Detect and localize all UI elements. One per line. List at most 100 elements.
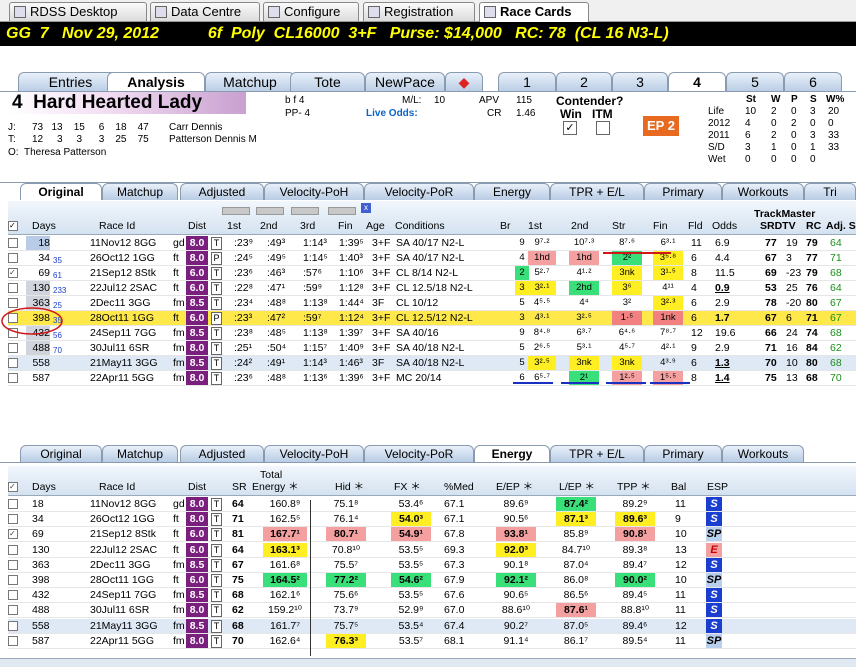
surface-tag: T [211,619,222,633]
win-checkbox[interactable]: ✓ [563,121,577,135]
pp-tab-original[interactable]: Original [20,183,102,200]
row-checkbox[interactable] [8,238,18,248]
energy-tab-workouts[interactable]: Workouts [722,445,804,462]
cell-dtv: 24 [786,327,798,339]
select-all-checkbox[interactable]: ✓ [8,482,18,492]
col-button[interactable] [291,207,319,215]
cell-sr: 75 [765,372,777,384]
cell-days: 18 [32,498,44,510]
energy-row[interactable]: 18 11Nov12 8GG gd 64 67.1 11 8.0 T 160.8⁹ 75.1⁸ 53… [8,497,856,512]
table-row[interactable]: 558 21May11 3GG fm:24²:49¹ 1:14³ 1:46³ 3F SA 4… [8,356,856,371]
row-checkbox[interactable] [8,544,18,555]
close-icon[interactable]: x [361,203,371,213]
top-tab-bar: RDSS Desktop Data Centre Configure Regis… [0,0,856,23]
row-checkbox[interactable] [8,499,18,509]
table-row[interactable]: 432 56 24Sep11 7GG fm:23⁸:48⁵ 1:13⁸ 1:39⁷ 3+F S… [8,326,856,341]
tab-data-centre[interactable]: Data Centre [150,2,260,21]
tab-analysis[interactable]: Analysis [107,72,205,92]
tab-rdss-desktop[interactable]: RDSS Desktop [9,2,147,21]
energy-row[interactable]: 34 26Oct12 1GG ft 71 67.1 9 8.0 T 162.5⁵ 76.1⁴ 54.… [8,512,856,528]
energy-tab-velocity-poh[interactable]: Velocity-PoH [264,445,364,462]
pp-tab-matchup[interactable]: Matchup [102,183,178,200]
energy-tab-velocity-por[interactable]: Velocity-PoR [364,445,474,462]
table-row[interactable]: 130 233 22Jul12 2SAC ft:22⁸:47¹:59⁹ 1:12⁸ 3+F… [8,281,856,296]
tab-tote[interactable]: Tote [290,72,365,92]
col-button[interactable] [256,207,284,215]
cell-sr: 75 [232,574,244,586]
pp-tab-adjusted[interactable]: Adjusted [180,183,264,200]
cell-raceid: 11Nov12 8GG [90,237,157,249]
energy-tab-original[interactable]: Original [20,445,102,462]
distance-badge: 6.0 [186,266,208,280]
energy-row[interactable]: 398 28Oct11 1GG ft 75 67.9 10 6.0 T 164.5² 77.2² 5… [8,573,856,588]
energy-row[interactable]: ✓ 69 21Sep12 8Stk ft 81 67.8 10 6.0 T 167.7¹ 80.7¹… [8,527,856,543]
row-checkbox[interactable]: ✓ [8,529,18,540]
cell-sr: 78 [765,297,777,309]
energy-row[interactable]: 363 2Dec11 3GG fm 67 67.3 12 8.5 T 161.6⁸ 75.5⁷ 53… [8,557,856,573]
tab-horse-6[interactable]: 6 [784,72,842,92]
row-checkbox[interactable] [8,575,18,585]
pp-tab-primary[interactable]: Primary [644,183,722,200]
row-checkbox[interactable] [8,559,18,570]
row-checkbox[interactable] [8,253,18,263]
cell-raceid: 22Jul12 2SAC [90,282,158,294]
tab-newpace[interactable]: NewPace [365,72,445,92]
energy-lep: 86.1⁷ [563,634,589,647]
row-checkbox[interactable] [8,373,18,383]
tab-horse-5[interactable]: 5 [726,72,784,92]
select-all-checkbox[interactable]: ✓ [8,221,18,231]
row-checkbox[interactable] [8,590,18,601]
pp-tab-tri[interactable]: Tri [804,183,856,200]
row-checkbox[interactable] [8,358,18,368]
surface-tag: T [211,342,222,355]
row-checkbox[interactable] [8,283,18,293]
energy-tab-energy[interactable]: Energy [474,445,550,462]
energy-row[interactable]: 587 22Apr11 5GG fm 70 68.1 11 8.0 T 162.6⁴ 76.3³ 5… [8,633,856,649]
cell-bal: 11 [675,589,686,602]
energy-row[interactable]: 130 22Jul12 2SAC ft 64 69.3 13 6.0 T 163.1³ 70.8¹… [8,542,856,558]
table-row[interactable]: ✓ 69 61 21Sep12 8Stk ft:23⁶:46³:57⁶ 1:10⁶ 3+F C… [8,266,856,281]
pp-tab-tpr-e-l[interactable]: TPR + E/L [550,183,644,200]
cell-raceid: 21Sep12 8Stk [90,267,156,279]
distance-badge: 6.0 [186,281,208,295]
tab-horse-4[interactable]: 4 [668,72,726,92]
energy-tab-tpr-e-l[interactable]: TPR + E/L [550,445,644,462]
table-row[interactable]: 18 11Nov12 8GG gd:23⁹:49³ 1:14³ 1:39⁵ 3+F SA 4… [8,236,856,251]
row-checkbox[interactable] [8,620,18,631]
card-icon [484,6,496,18]
row-checkbox[interactable] [8,343,18,353]
row-checkbox[interactable] [8,514,18,525]
row-checkbox[interactable] [8,635,18,646]
table-row[interactable]: 398 35 28Oct11 1GG ft:23³:47²:59⁷ 1:12⁴ 3+F CL… [8,311,856,326]
table-row[interactable]: 488 70 30Jul11 6SR fm:25¹:50⁴ 1:15⁷ 1:40⁹ 3+F S… [8,341,856,356]
energy-tab-matchup[interactable]: Matchup [102,445,178,462]
row-checkbox[interactable]: ✓ [8,268,18,278]
energy-tab-adjusted[interactable]: Adjusted [180,445,264,462]
col-button[interactable] [222,207,250,215]
cell-sr: 67 [765,312,777,324]
cell-c3: 1:14⁵ [303,252,328,264]
tab-tool[interactable]: ◆ [445,72,483,92]
esp-badge: S [706,557,722,572]
energy-tab-primary[interactable]: Primary [644,445,722,462]
table-row[interactable]: 34 35 26Oct12 1GG ft:24⁵:49⁵ 1:14⁵ 1:40³ 3+F SA… [8,251,856,266]
tab-horse-2[interactable]: 2 [556,72,612,92]
energy-row[interactable]: 488 30Jul11 6SR fm 62 67.0 11 8.0 T 159.2¹⁰ 73.7⁹… [8,603,856,619]
itm-checkbox[interactable] [596,121,610,135]
pp-tab-workouts[interactable]: Workouts [722,183,804,200]
table-row[interactable]: 363 25 2Dec11 3GG fm:23⁴:48⁸ 1:13⁸ 1:44⁴ 3F CL … [8,296,856,311]
table-row[interactable]: 587 22Apr11 5GG fm:23⁶:48⁸ 1:13⁶ 1:39⁶ 3+F MC … [8,371,856,386]
tab-configure[interactable]: Configure [263,2,359,21]
tab-registration[interactable]: Registration [363,2,475,21]
col-button[interactable] [328,207,356,215]
tab-matchup[interactable]: Matchup [205,72,295,92]
energy-row[interactable]: 432 24Sep11 7GG fm 68 67.6 11 8.5 T 162.1⁶ 75.6⁶ 5… [8,588,856,604]
tab-horse-3[interactable]: 3 [612,72,668,92]
pp-tab-velocity-poh[interactable]: Velocity-PoH [264,183,364,200]
pp-tab-velocity-por[interactable]: Velocity-PoR [364,183,474,200]
tab-horse-1[interactable]: 1 [498,72,556,92]
pp-tab-energy[interactable]: Energy [474,183,550,200]
tab-race-cards[interactable]: Race Cards [479,2,589,23]
row-checkbox[interactable] [8,605,18,616]
energy-row[interactable]: 558 21May11 3GG fm 68 67.4 12 8.5 T 161.7⁷ 75.7⁵ 5… [8,618,856,634]
